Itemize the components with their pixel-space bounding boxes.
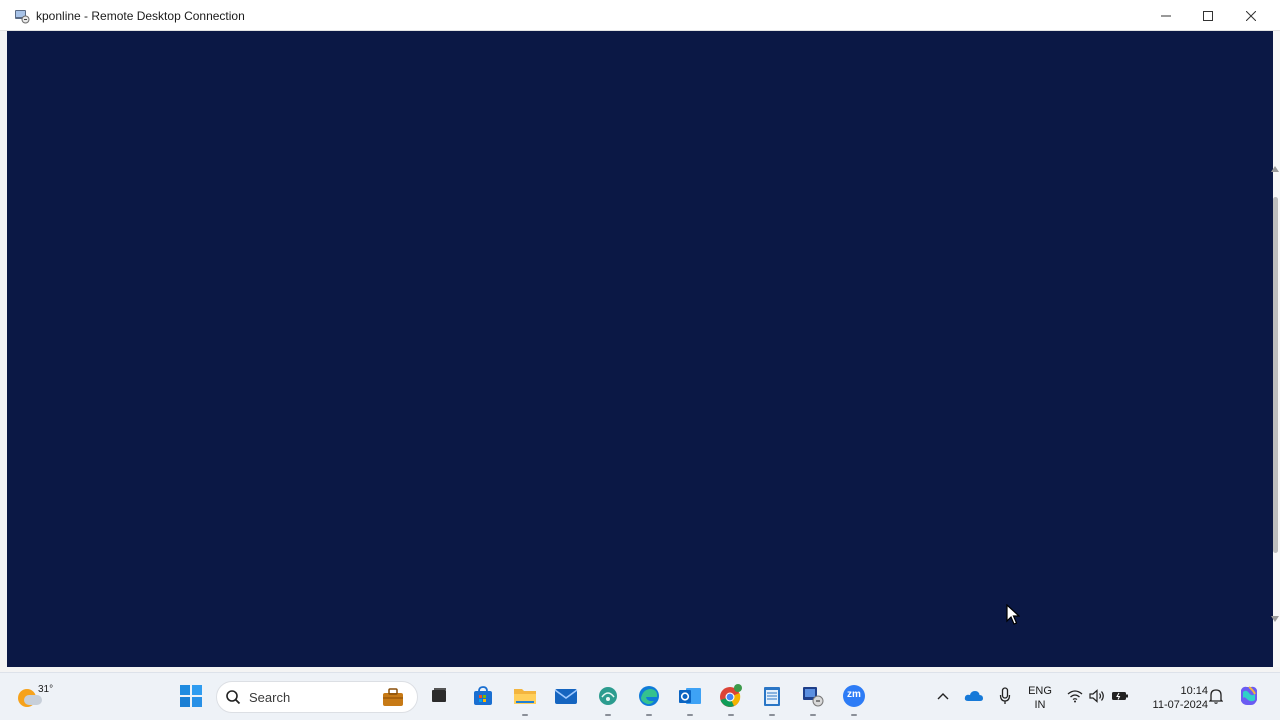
- scroll-down-arrow-icon[interactable]: [1271, 616, 1279, 622]
- clock-time: 10:14: [1180, 685, 1208, 697]
- notepad-button[interactable]: [759, 683, 785, 709]
- file-explorer-icon: [514, 689, 536, 704]
- task-view-icon: [432, 688, 446, 702]
- taskbar: 31° Search zm ENG IN 10:14 11-07-2024: [0, 672, 1280, 720]
- running-indicator: [646, 714, 652, 716]
- running-indicator: [810, 714, 816, 716]
- wifi-button[interactable]: [1064, 683, 1086, 709]
- clock-date: 11-07-2024: [1152, 699, 1208, 711]
- battery-button[interactable]: [1108, 683, 1132, 709]
- weather-cloud-shape: [24, 695, 42, 705]
- clock[interactable]: 10:14 11-07-2024: [1138, 684, 1208, 712]
- rdp-window: kponline - Remote Desktop Connection: [0, 0, 1280, 672]
- remote-session-screen[interactable]: [7, 31, 1273, 667]
- close-button[interactable]: [1228, 0, 1274, 31]
- running-indicator: [851, 714, 857, 716]
- onedrive-button[interactable]: [962, 683, 986, 709]
- speaker-volume-icon: [1089, 689, 1104, 703]
- running-indicator: [605, 714, 611, 716]
- chevron-up-icon: [937, 693, 949, 700]
- edge-browser-button[interactable]: [636, 683, 662, 709]
- running-indicator: [687, 714, 693, 716]
- settings-network-button[interactable]: [595, 683, 621, 709]
- language-indicator[interactable]: ENG IN: [1024, 684, 1056, 712]
- notifications-button[interactable]: [1205, 683, 1227, 709]
- vertical-scrollbar-thumb[interactable]: [1273, 197, 1278, 553]
- bell-notification-icon: [1209, 689, 1223, 704]
- zoom-button[interactable]: zm: [841, 683, 867, 709]
- search-icon: [226, 690, 241, 705]
- outlook-icon: [679, 688, 701, 704]
- weather-widget[interactable]: 31°: [16, 683, 54, 713]
- microsoft-store-icon: [474, 686, 492, 705]
- taskbar-search-box[interactable]: Search: [216, 681, 418, 713]
- edge-browser-icon: [639, 686, 659, 706]
- microphone-icon: [999, 687, 1011, 704]
- mail-icon: [554, 689, 578, 704]
- copilot-icon: [1241, 686, 1257, 705]
- minimize-icon: [1161, 15, 1171, 16]
- language-code: ENG: [1028, 685, 1052, 697]
- remote-desktop-icon: [803, 687, 824, 707]
- chrome-button[interactable]: [718, 683, 744, 709]
- microsoft-store-button[interactable]: [470, 683, 496, 709]
- search-highlight-briefcase-icon: [383, 688, 403, 706]
- maximize-button[interactable]: [1185, 0, 1231, 31]
- volume-button[interactable]: [1086, 683, 1108, 709]
- language-region: IN: [1034, 699, 1046, 711]
- running-indicator: [522, 714, 528, 716]
- start-button[interactable]: [178, 683, 204, 709]
- running-indicator: [769, 714, 775, 716]
- mouse-cursor-icon: [1006, 604, 1020, 625]
- zoom-label: zm: [847, 689, 861, 700]
- settings-network-icon: [599, 687, 617, 705]
- search-placeholder: Search: [249, 690, 291, 705]
- scroll-up-arrow-icon[interactable]: [1271, 166, 1279, 172]
- maximize-icon: [1203, 10, 1213, 21]
- minimize-button[interactable]: [1143, 0, 1189, 31]
- weather-temperature: 31°: [38, 684, 54, 695]
- file-explorer-button[interactable]: [512, 683, 538, 709]
- title-bar[interactable]: kponline - Remote Desktop Connection: [0, 0, 1280, 31]
- mail-button[interactable]: [553, 683, 579, 709]
- notepad-icon: [764, 687, 780, 706]
- show-hidden-icons-button[interactable]: [932, 683, 954, 709]
- running-indicator: [728, 714, 734, 716]
- copilot-button[interactable]: [1236, 683, 1262, 709]
- microphone-button[interactable]: [994, 683, 1016, 709]
- windows-start-icon: [180, 685, 202, 707]
- remote-desktop-app-icon: [15, 10, 30, 24]
- onedrive-cloud-icon: [964, 691, 983, 701]
- chrome-icon: [720, 684, 742, 707]
- close-icon: [1246, 10, 1256, 21]
- battery-charging-icon: [1112, 692, 1128, 700]
- window-title: kponline - Remote Desktop Connection: [36, 9, 245, 23]
- wifi-icon: [1067, 690, 1083, 703]
- outlook-button[interactable]: [677, 683, 703, 709]
- remote-desktop-button[interactable]: [800, 683, 826, 709]
- task-view-button[interactable]: [426, 683, 452, 709]
